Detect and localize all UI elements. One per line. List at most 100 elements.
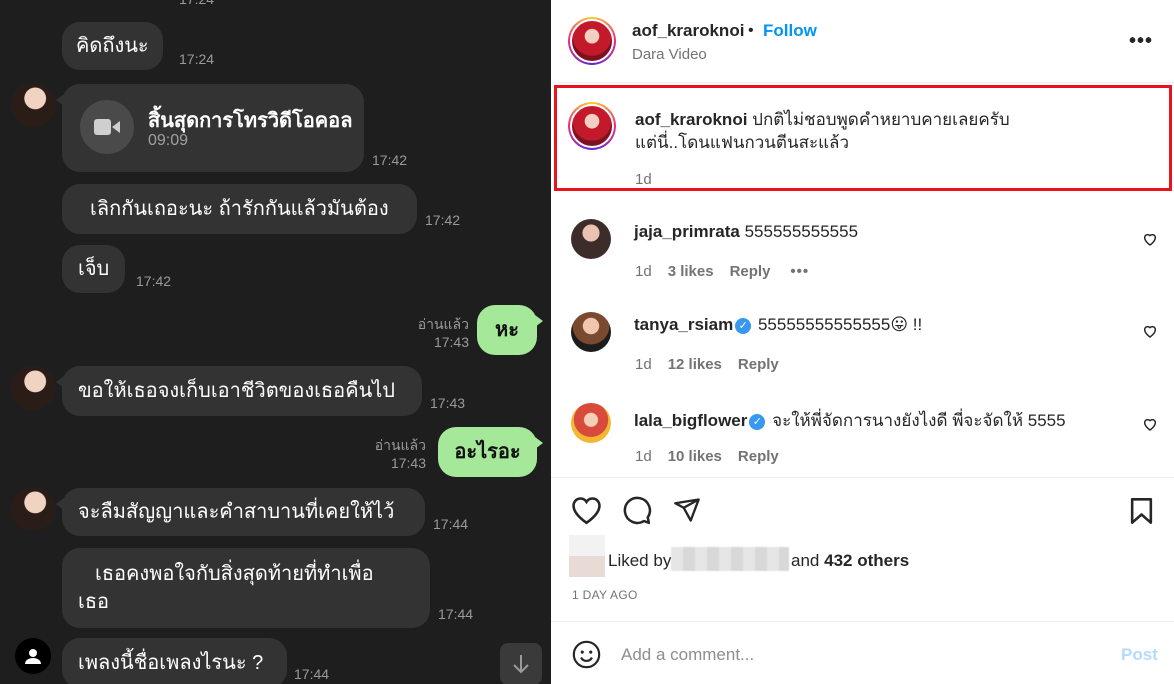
avatar[interactable]	[11, 366, 55, 410]
message-bubble[interactable]: คิดถึงนะ	[62, 22, 163, 70]
message-time: 17:24	[179, 0, 214, 8]
read-status: อ่านแล้ว	[374, 437, 426, 453]
call-duration: 09:09	[148, 132, 189, 149]
caption-username[interactable]: aof_kraroknoi	[635, 110, 747, 129]
caption-text: ปกติไม่ชอบพูดคำหยาบคายเลยครับ	[752, 110, 1010, 129]
comment-meta: 1d 3 likes Reply •••	[635, 263, 809, 280]
message-text: เพลงนี้ชื่อเพลงไรนะ ?	[78, 652, 264, 674]
avatar[interactable]	[11, 487, 55, 531]
comment-avatar[interactable]	[571, 312, 611, 352]
message-time: 17:42	[136, 273, 172, 289]
comment-username[interactable]: tanya_rsiam	[634, 315, 733, 334]
message-time: 17:42	[425, 212, 461, 228]
message-bubble-outgoing[interactable]: อะไรอะ	[438, 427, 543, 477]
caption-line-1: aof_kraroknoi ปกติไม่ชอบพูดคำหยาบคายเลยค…	[635, 108, 1010, 131]
message-text: เธอคงพอใจกับสิ่งสุดท้ายที่ทำเพื่อ	[95, 563, 374, 585]
reply-button[interactable]: Reply	[738, 356, 779, 373]
verified-badge-icon: ✓	[735, 318, 752, 334]
message-text: จะลืมสัญญาและคำสาบานที่เคยให้ไว้	[78, 501, 395, 523]
comment: jaja_primrata 555555555555	[634, 222, 858, 242]
reply-button[interactable]: Reply	[730, 263, 771, 280]
post-comment-button[interactable]: Post	[1121, 645, 1158, 665]
instagram-post-panel: aof_kraroknoi • Follow Dara Video ••• ao…	[551, 0, 1174, 684]
avatar[interactable]	[11, 83, 55, 127]
message-text: เธอ	[78, 591, 110, 613]
liked-by-suffix: and 432 others	[791, 551, 909, 571]
message-bubble-outgoing[interactable]: หะ	[477, 305, 543, 355]
comment-more-icon[interactable]: •••	[790, 263, 809, 280]
divider	[551, 477, 1174, 478]
scroll-down-button[interactable]	[500, 643, 542, 684]
chat-panel: 17:24 คิดถึงนะ 17:24 สิ้นสุดการโทรวิดีโอ…	[0, 0, 551, 684]
comment-username[interactable]: jaja_primrata	[634, 222, 740, 241]
profile-avatar[interactable]	[568, 17, 616, 65]
comment: tanya_rsiam ✓ 55555555555555😛 !!	[634, 315, 922, 335]
message-time: 17:44	[438, 606, 474, 622]
liked-by-and: and	[791, 551, 820, 570]
arrow-down-icon	[513, 655, 529, 674]
divider	[551, 82, 1174, 83]
comment-avatar[interactable]	[571, 219, 611, 259]
message-bubble[interactable]: ขอให้เธอจงเก็บเอาชีวิตของเธอคืนไป	[56, 366, 422, 416]
likes-count-link[interactable]: 432 others	[824, 551, 909, 570]
user-icon[interactable]	[15, 638, 51, 674]
comment-text: 555555555555	[744, 222, 859, 241]
message-time: 17:42	[372, 152, 408, 168]
message-time: 17:43	[390, 455, 426, 471]
comment-likes[interactable]: 10 likes	[668, 448, 722, 465]
more-options-icon[interactable]: •••	[1129, 30, 1153, 53]
post-date[interactable]: 1 DAY AGO	[572, 588, 638, 602]
comment-likes[interactable]: 3 likes	[668, 263, 714, 280]
message-text: คิดถึงนะ	[76, 35, 149, 57]
comment-text: 55555555555555😛 !!	[757, 315, 923, 334]
video-camera-icon	[80, 100, 134, 154]
emoji-icon[interactable]	[572, 640, 601, 669]
message-bubble[interactable]: เจ็บ	[62, 245, 126, 293]
post-subtitle[interactable]: Dara Video	[632, 46, 707, 63]
follow-button[interactable]: Follow	[763, 21, 817, 41]
message-time: 17:43	[430, 395, 466, 411]
caption-avatar[interactable]	[568, 102, 616, 150]
comment-likes[interactable]: 12 likes	[668, 356, 722, 373]
message-text: อะไรอะ	[454, 441, 521, 463]
message-time: 17:44	[294, 666, 330, 682]
message-text: เลิกกันเถอะนะ ถ้ารักกันแล้วมันต้อง	[90, 198, 389, 220]
message-bubble[interactable]: เลิกกันเถอะนะ ถ้ารักกันแล้วมันต้อง	[62, 184, 417, 234]
post-author-username[interactable]: aof_kraroknoi	[632, 21, 744, 41]
message-bubble[interactable]: จะลืมสัญญาและคำสาบานที่เคยให้ไว้	[56, 488, 425, 536]
liked-by-avatar[interactable]	[569, 535, 605, 577]
heart-icon[interactable]	[1142, 416, 1158, 432]
comment-age: 1d	[635, 356, 652, 373]
message-time: 17:43	[433, 334, 469, 350]
message-time: 17:24	[179, 51, 215, 67]
comment-icon[interactable]	[622, 496, 652, 526]
comment-age: 1d	[635, 448, 652, 465]
video-call-card[interactable]: สิ้นสุดการโทรวิดีโอคอล 09:09	[56, 84, 364, 172]
like-heart-icon[interactable]	[571, 496, 602, 525]
message-text: หะ	[495, 319, 519, 341]
heart-icon[interactable]	[1142, 231, 1158, 247]
separator-dot: •	[748, 22, 754, 39]
comment-text: จะให้พี่จัดการนางยังไงดี พี่จะจัดให้ 555…	[772, 411, 1066, 430]
read-status: อ่านแล้ว	[417, 316, 469, 332]
reply-button[interactable]: Reply	[738, 448, 779, 465]
add-comment-input[interactable]: Add a comment...	[621, 645, 754, 665]
message-bubble[interactable]: เธอคงพอใจกับสิ่งสุดท้ายที่ทำเพื่อ เธอ	[62, 548, 430, 628]
save-bookmark-icon[interactable]	[1129, 497, 1154, 525]
divider	[551, 621, 1174, 622]
comment-username[interactable]: lala_bigflower	[634, 411, 747, 430]
comment: lala_bigflower ✓ จะให้พี่จัดการนางยังไงดี…	[634, 407, 1066, 434]
message-text: ขอให้เธอจงเก็บเอาชีวิตของเธอคืนไป	[78, 380, 395, 402]
message-bubble[interactable]: เพลงนี้ชื่อเพลงไรนะ ?	[62, 638, 287, 684]
blurred-username	[671, 547, 789, 571]
share-icon[interactable]	[672, 496, 702, 524]
message-text: เจ็บ	[78, 258, 110, 280]
comment-age: 1d	[635, 263, 652, 280]
caption-line-2: แต่นี่..โดนแฟนกวนตีนสะแล้ว	[635, 133, 850, 152]
heart-icon[interactable]	[1142, 323, 1158, 339]
message-time: 17:44	[433, 516, 469, 532]
comment-meta: 1d 12 likes Reply	[635, 356, 779, 373]
liked-by-prefix: Liked by	[608, 551, 672, 570]
comment-avatar[interactable]	[571, 403, 611, 443]
comment-meta: 1d 10 likes Reply	[635, 448, 779, 465]
